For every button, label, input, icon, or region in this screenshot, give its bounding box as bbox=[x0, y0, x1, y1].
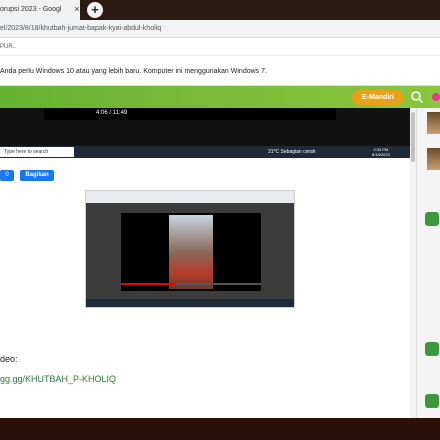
article-screenshot-video bbox=[85, 190, 295, 308]
video-player-controls: 4:06 / 11:49 bbox=[44, 108, 336, 120]
menu-dot-icon[interactable] bbox=[432, 93, 440, 101]
bookmarks-bar: PUR.. bbox=[0, 38, 440, 56]
taskbar-search: Type here to search bbox=[0, 147, 74, 157]
embedded-video bbox=[121, 213, 261, 291]
video-label: deo: bbox=[0, 354, 18, 364]
article-screenshot-top: 4:06 / 11:49 Type here to search 31°C Se… bbox=[0, 108, 410, 158]
video-progress-fill bbox=[121, 283, 176, 285]
sidebar-widget-icon bbox=[425, 394, 439, 408]
player-time: 4:06 / 11:49 bbox=[96, 110, 128, 116]
tab-title: orupsi 2023 - Googl bbox=[0, 6, 62, 13]
url-text: el/2023/8/18/khutbah-jumat-bapak-kyai-ab… bbox=[0, 25, 162, 32]
embedded-browser-chrome bbox=[86, 191, 294, 203]
embedded-taskbar bbox=[86, 299, 294, 307]
share-count: 0 bbox=[0, 170, 14, 181]
unsupported-os-infobar: Anda perlu Windows 10 atau yang lebih ba… bbox=[0, 56, 440, 86]
sidebar-thumbnail[interactable] bbox=[427, 148, 440, 170]
taskbar-weather: 31°C Sebagian cerah bbox=[268, 149, 316, 155]
clock-date: 8/18/2023 bbox=[372, 152, 390, 157]
bookmark-item[interactable]: PUR.. bbox=[0, 44, 16, 50]
taskbar-clock: 2:33 PM 8/18/2023 bbox=[372, 147, 390, 157]
browser-tab[interactable]: orupsi 2023 - Googl × bbox=[0, 0, 80, 20]
infobar-message: Anda perlu Windows 10 atau yang lebih ba… bbox=[0, 68, 267, 75]
search-icon[interactable] bbox=[410, 90, 424, 104]
new-tab-button[interactable]: + bbox=[87, 2, 103, 18]
video-link[interactable]: gg.gg/KHUTBAH_P-KHOLIQ bbox=[0, 374, 116, 384]
video-progress-bar bbox=[121, 283, 261, 285]
sidebar-widget-icon bbox=[425, 212, 439, 226]
video-frame bbox=[169, 215, 213, 289]
tab-close-icon[interactable]: × bbox=[70, 4, 80, 16]
windows-taskbar: Type here to search 31°C Sebagian cerah … bbox=[0, 146, 410, 158]
scrollbar-thumb[interactable] bbox=[411, 112, 415, 162]
article-content: 4:06 / 11:49 Type here to search 31°C Se… bbox=[0, 108, 416, 418]
sidebar-thumbnail[interactable] bbox=[427, 112, 440, 134]
embedded-page bbox=[86, 203, 294, 299]
share-button[interactable]: Bagikan bbox=[20, 170, 54, 181]
site-header: E-Mandiri bbox=[0, 86, 440, 108]
right-sidebar bbox=[416, 108, 440, 418]
emandiri-button[interactable]: E-Mandiri bbox=[352, 90, 404, 105]
address-bar[interactable]: el/2023/8/18/khutbah-jumat-bapak-kyai-ab… bbox=[0, 20, 440, 38]
tab-strip: orupsi 2023 - Googl × + bbox=[0, 0, 440, 20]
sidebar-widget-icon bbox=[425, 342, 439, 356]
browser-window: orupsi 2023 - Googl × + el/2023/8/18/khu… bbox=[0, 0, 440, 418]
